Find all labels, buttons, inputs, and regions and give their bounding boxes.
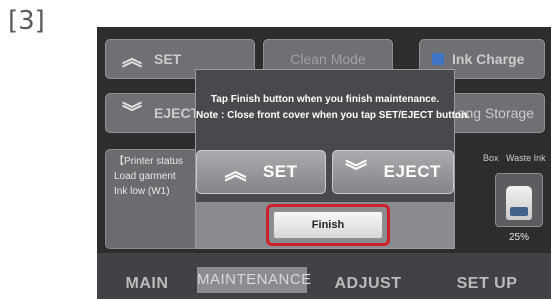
finish-button[interactable]: Finish bbox=[273, 211, 383, 239]
eject-button-label: EJECT bbox=[383, 162, 441, 181]
finish-highlight-frame: Finish bbox=[266, 204, 390, 246]
dialog-message: Tap Finish button when you finish mainte… bbox=[196, 92, 470, 124]
bottom-tab-bar: MAIN MAINTENANCE ADJUST SET UP bbox=[97, 253, 551, 299]
ink-icon bbox=[432, 53, 444, 65]
waste-ink-tank bbox=[495, 173, 543, 227]
maintenance-dialog: Tap Finish button when you finish mainte… bbox=[195, 69, 470, 249]
waste-ink-percent: 25% bbox=[508, 232, 529, 243]
dialog-message-line: Tap Finish button when you finish mainte… bbox=[210, 94, 440, 105]
tab-adjust: ADJUST bbox=[334, 275, 402, 292]
waste-ink-label: Waste Ink bbox=[506, 153, 546, 163]
finish-bar: Finish bbox=[196, 202, 454, 248]
dialog-note-line: Note : Close front cover when you tap SE… bbox=[196, 110, 470, 121]
set-button[interactable]: ︽ SET bbox=[196, 150, 326, 194]
background-clean-mode-label: Clean Mode bbox=[290, 51, 366, 67]
finish-button-label: Finish bbox=[311, 219, 345, 231]
background-ink-charge-label: Ink Charge bbox=[452, 51, 525, 67]
printer-touch-screen: ︽ SET ︾ EJECT Clean Mode Ink Charge Long… bbox=[97, 27, 551, 299]
step-number: [3] bbox=[8, 6, 45, 36]
set-button-label: SET bbox=[262, 162, 298, 181]
eject-button[interactable]: ︾ EJECT bbox=[332, 150, 454, 194]
tab-main: MAIN bbox=[125, 275, 169, 292]
chevron-down-icon: ︾ bbox=[345, 159, 368, 184]
chevron-down-icon: ︾ bbox=[122, 102, 142, 124]
tab-set-up: SET UP bbox=[456, 275, 518, 292]
chevron-up-icon: ︽ bbox=[122, 48, 142, 70]
background-eject-label: EJECT bbox=[154, 105, 200, 121]
box-label: Box bbox=[483, 153, 499, 163]
tab-maintenance: MAINTENANCE bbox=[197, 267, 311, 293]
chevron-up-icon: ︽ bbox=[224, 159, 247, 184]
background-set-label: SET bbox=[154, 51, 182, 67]
waste-bottle-icon bbox=[506, 186, 532, 220]
